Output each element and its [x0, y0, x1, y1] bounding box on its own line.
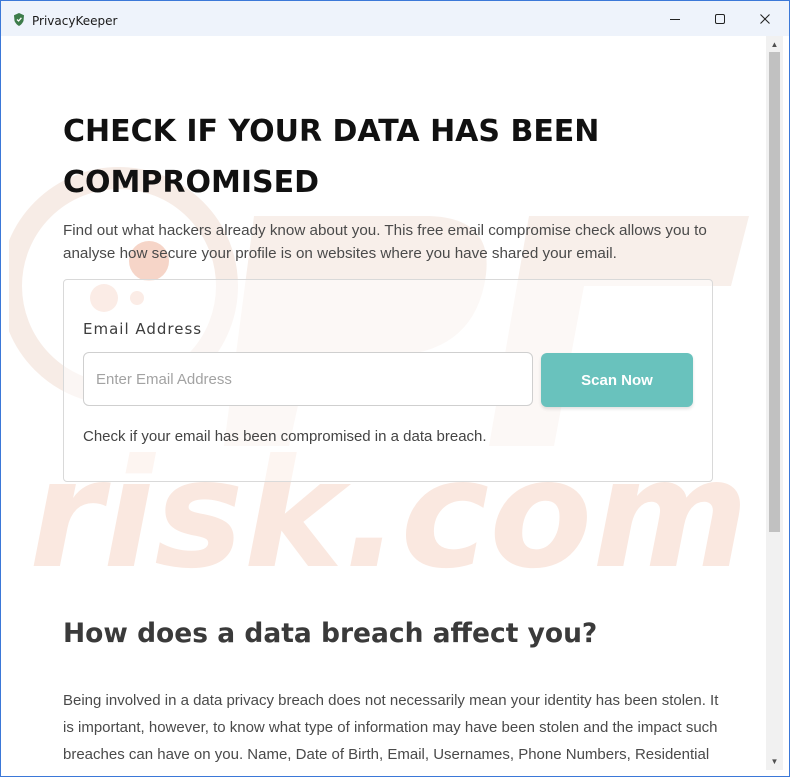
- page-title: CHECK IF YOUR DATA HAS BEEN COMPROMISED: [63, 114, 600, 200]
- close-icon: [760, 13, 770, 24]
- form-helper-text: Check if your email has been compromised…: [83, 428, 487, 445]
- app-shield-icon: [14, 13, 24, 26]
- maximize-button[interactable]: [697, 1, 743, 36]
- maximize-icon: [715, 13, 725, 24]
- email-check-form: Email Address Scan Now Check if your ema…: [63, 279, 713, 482]
- section-body-text: Being involved in a data privacy breach …: [63, 692, 719, 763]
- scroll-up-arrow-icon[interactable]: ▲: [766, 36, 783, 53]
- email-label: Email Address: [83, 320, 203, 338]
- title-bar[interactable]: PrivacyKeeper: [1, 1, 789, 36]
- scan-now-button[interactable]: Scan Now: [541, 353, 693, 407]
- minimize-icon: [670, 18, 680, 20]
- app-window: PrivacyKeeper risk.com CHECK IF YOUR DAT…: [0, 0, 790, 777]
- email-input[interactable]: [83, 352, 533, 406]
- minimize-button[interactable]: [652, 1, 698, 36]
- close-button[interactable]: [742, 1, 788, 36]
- page-description: Find out what hackers already know about…: [63, 222, 707, 262]
- section-heading: How does a data breach affect you?: [63, 618, 598, 649]
- page-viewport[interactable]: risk.com CHECK IF YOUR DATA HAS BEEN COM…: [9, 36, 766, 770]
- scroll-thumb[interactable]: [769, 52, 780, 532]
- vertical-scrollbar[interactable]: ▲ ▼: [766, 36, 783, 770]
- scroll-down-arrow-icon[interactable]: ▼: [766, 753, 783, 770]
- window-title: PrivacyKeeper: [32, 14, 118, 28]
